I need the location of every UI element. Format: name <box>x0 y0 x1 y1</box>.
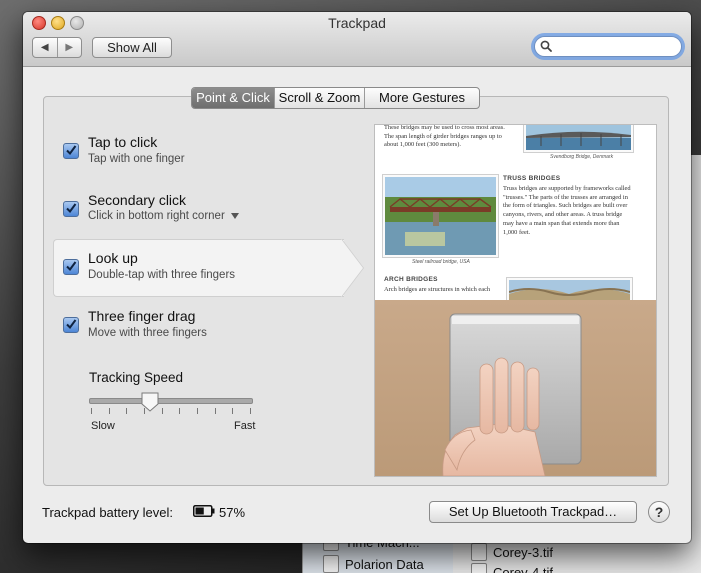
photo-caption: Svendborg Bridge, Denmark <box>550 154 614 160</box>
option-title: Tap to click <box>88 134 158 150</box>
dropdown-arrow-icon <box>230 212 239 219</box>
selection-pointer <box>341 239 363 297</box>
trackpad-preferences-window: Trackpad ◀ ▶ Show All Point & Click Scro… <box>23 12 691 543</box>
show-all-button[interactable]: Show All <box>92 37 172 58</box>
background-item[interactable]: Corey-3.tif <box>471 543 553 561</box>
slider-tick <box>179 408 180 414</box>
slider-tick <box>144 408 145 414</box>
tap-to-click-checkbox[interactable] <box>63 143 79 159</box>
file-icon <box>471 563 487 573</box>
option-tap-to-click[interactable]: Tap to click Tap with one finger <box>54 126 354 182</box>
window-title: Trackpad <box>328 15 386 31</box>
slider-min-label: Slow <box>91 420 115 432</box>
tab-more-gestures[interactable]: More Gestures <box>364 88 479 108</box>
slider-tick <box>109 408 110 414</box>
secondary-click-dropdown[interactable]: Click in bottom right corner <box>88 210 239 222</box>
battery-icon <box>193 505 215 517</box>
option-title: Look up <box>88 250 138 266</box>
back-forward-control: ◀ ▶ <box>32 37 82 58</box>
checkmark-icon <box>66 145 77 156</box>
slider-tick <box>215 408 216 414</box>
option-three-finger-drag[interactable]: Three finger drag Move with three finger… <box>54 300 354 356</box>
background-item-label: Corey-4.tif <box>493 564 553 573</box>
setup-bluetooth-trackpad-button[interactable]: Set Up Bluetooth Trackpad… <box>429 501 637 523</box>
title-bar: Trackpad ◀ ▶ Show All <box>23 12 691 67</box>
option-title: Secondary click <box>88 192 187 208</box>
doc-paragraph: These bridges may be used to cross most … <box>384 124 505 149</box>
background-item-label: Polarion Data <box>345 556 424 572</box>
tab-scroll-and-zoom[interactable]: Scroll & Zoom <box>274 88 364 108</box>
option-secondary-click[interactable]: Secondary click Click in bottom right co… <box>54 184 354 240</box>
slider-ticks <box>91 408 251 416</box>
look-up-checkbox[interactable] <box>63 259 79 275</box>
preview-document: These bridges may be used to cross most … <box>375 124 656 307</box>
gesture-preview: These bridges may be used to cross most … <box>374 124 657 477</box>
slider-tick <box>162 408 163 414</box>
option-subtitle: Tap with one finger <box>88 153 185 165</box>
file-icon <box>471 543 487 561</box>
forward-button[interactable]: ▶ <box>58 38 82 57</box>
tracking-speed-slider[interactable] <box>89 398 253 404</box>
search-field[interactable] <box>534 36 682 57</box>
doc-paragraph: Arch bridges are structures in which eac… <box>384 286 491 293</box>
background-item[interactable]: Polarion Data <box>323 555 424 573</box>
slider-tick <box>197 408 198 414</box>
battery-level-label: Trackpad battery level: <box>42 505 174 520</box>
slider-tick <box>232 408 233 414</box>
slider-tick <box>91 408 92 414</box>
gesture-demo-video <box>375 300 656 476</box>
search-icon <box>540 40 552 52</box>
option-title: Three finger drag <box>88 308 196 324</box>
bridge-image <box>526 125 631 150</box>
tab-point-and-click[interactable]: Point & Click <box>192 88 274 108</box>
three-finger-drag-checkbox[interactable] <box>63 317 79 333</box>
option-subtitle: Click in bottom right corner <box>88 210 225 222</box>
photo-caption: Steel railroad bridge, USA <box>412 259 470 265</box>
checkmark-icon <box>66 203 77 214</box>
doc-paragraph: Truss bridges are supported by framework… <box>503 185 631 236</box>
slider-max-label: Fast <box>234 420 256 432</box>
checkmark-icon <box>66 319 77 330</box>
tracking-speed-label: Tracking Speed <box>89 370 184 385</box>
battery-percent: 57% <box>219 505 246 520</box>
back-button[interactable]: ◀ <box>33 38 58 57</box>
bridge-image <box>385 177 496 255</box>
tab-bar: Point & Click Scroll & Zoom More Gesture… <box>191 87 480 109</box>
option-subtitle: Double-tap with three fingers <box>88 269 236 281</box>
file-icon <box>323 555 339 573</box>
bridge-photo <box>382 174 499 258</box>
background-item[interactable]: Corey-4.tif <box>471 563 553 573</box>
option-subtitle: Move with three fingers <box>88 327 207 339</box>
option-look-up[interactable]: Look up Double-tap with three fingers <box>53 239 344 297</box>
slider-tick <box>250 408 251 414</box>
doc-heading: TRUSS BRIDGES <box>503 175 561 182</box>
help-button[interactable]: ? <box>648 501 670 523</box>
search-input[interactable] <box>555 38 675 56</box>
secondary-click-checkbox[interactable] <box>63 201 79 217</box>
trackpad-hand-illustration <box>442 313 582 476</box>
background-item-label: Corey-3.tif <box>493 544 553 560</box>
checkmark-icon <box>66 261 77 272</box>
bridge-photo <box>523 125 634 153</box>
doc-heading: ARCH BRIDGES <box>384 276 438 283</box>
slider-tick <box>126 408 127 414</box>
